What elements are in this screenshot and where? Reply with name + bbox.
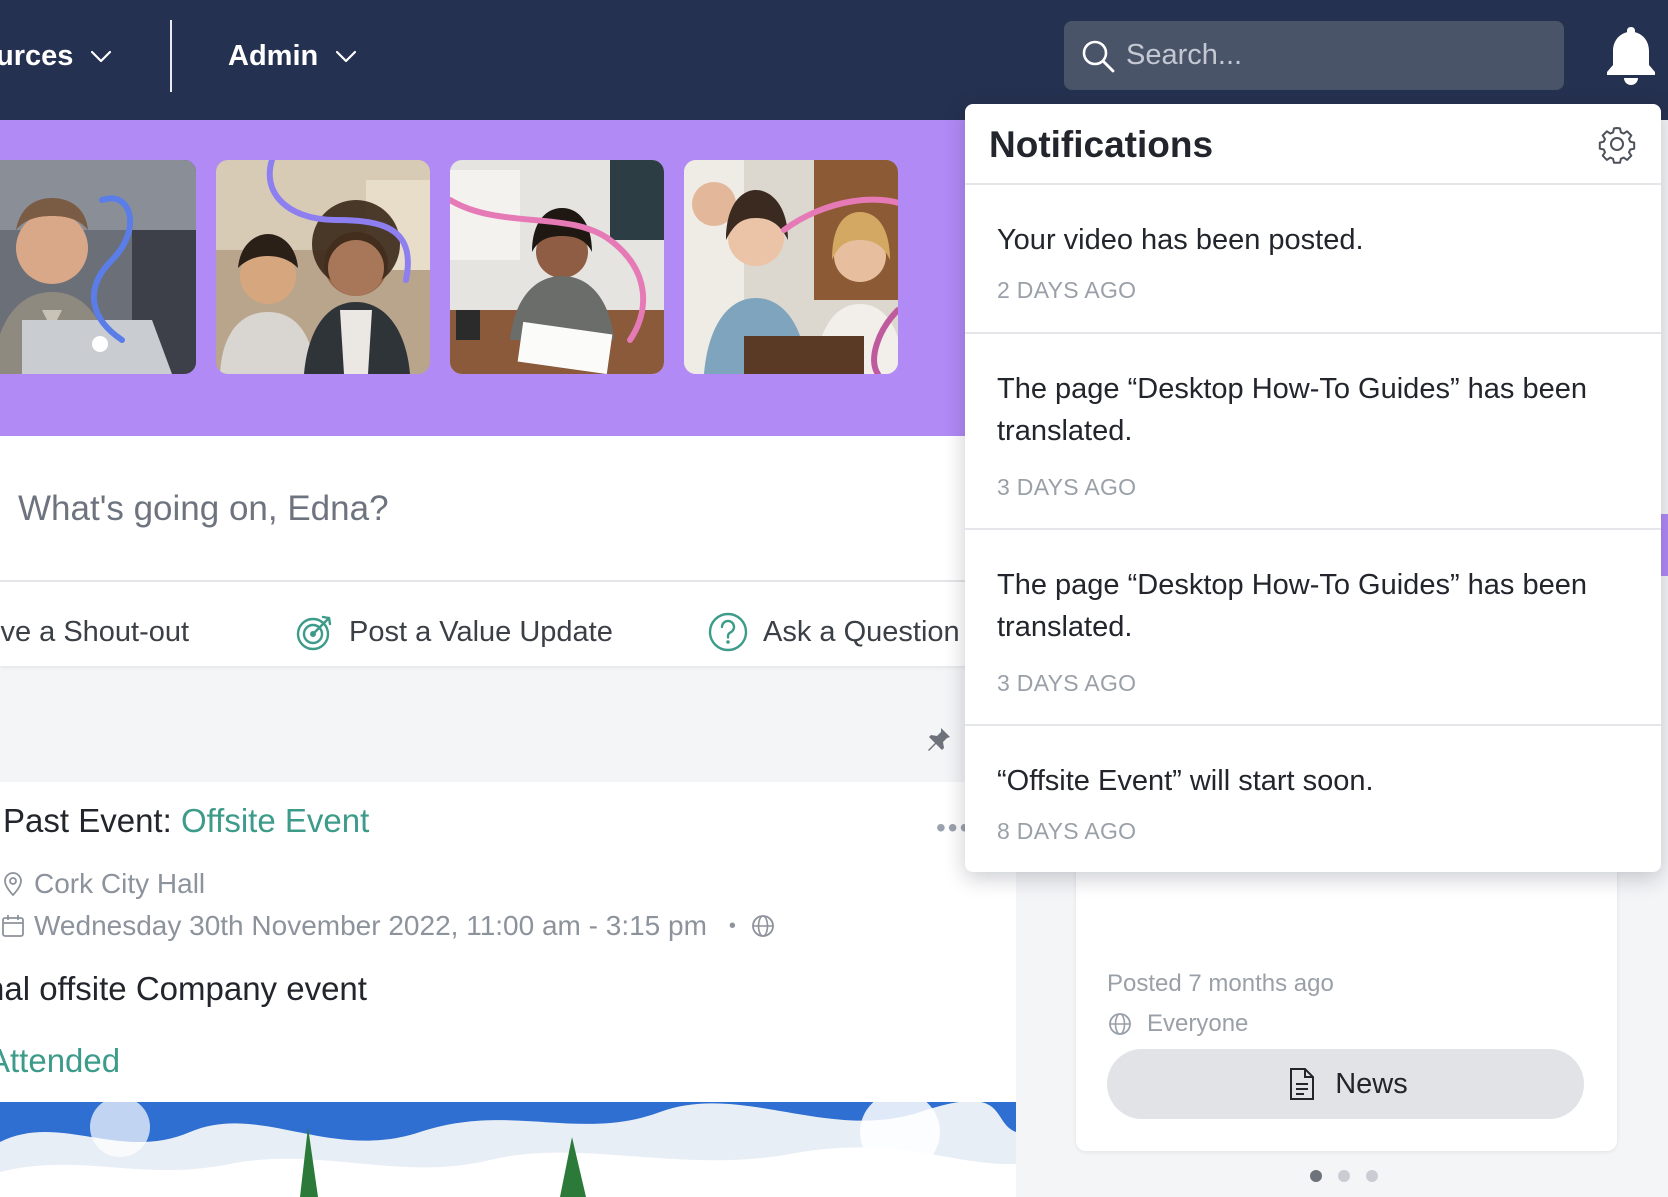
question-circle-icon	[708, 612, 748, 652]
bell-icon[interactable]	[1603, 24, 1659, 86]
audience-text: Everyone	[1147, 1010, 1249, 1037]
post-description: nal offsite Company event	[0, 970, 367, 1007]
location-text: Cork City Hall	[34, 868, 206, 899]
notification-time: 8 DAYS AGO	[997, 818, 1137, 844]
event-link[interactable]: Offsite Event	[181, 802, 369, 839]
carousel-dot[interactable]	[1338, 1170, 1350, 1182]
top-nav: urces Admin	[0, 0, 1668, 120]
notification-time: 2 DAYS AGO	[997, 277, 1137, 303]
notifications-header: Notifications	[965, 104, 1661, 185]
status-input[interactable]	[18, 484, 918, 534]
team-photo	[684, 160, 898, 374]
notification-message: The page “Desktop How-To Guides” has bee…	[997, 569, 1587, 643]
globe-icon	[752, 915, 774, 937]
post-title: Past Event: Offsite Event	[3, 802, 369, 840]
ask-question-button[interactable]: Ask a Question	[707, 608, 960, 656]
woman-writing-image	[450, 160, 664, 374]
notifications-title: Notifications	[989, 124, 1214, 165]
nav-divider	[170, 20, 172, 92]
document-icon	[1290, 1068, 1315, 1100]
carousel-indicator	[1310, 1170, 1378, 1182]
event-datetime: Wednesday 30th November 2022, 11:00 am -…	[0, 910, 784, 942]
datetime-text: Wednesday 30th November 2022, 11:00 am -…	[34, 910, 707, 941]
meta-separator: •	[728, 914, 736, 937]
team-photo	[450, 160, 664, 374]
team-photo	[0, 160, 196, 374]
event-post: Past Event: Offsite Event ••• Cork City …	[0, 782, 1016, 1197]
cover-banner	[0, 120, 970, 436]
notification-item[interactable]: Your video has been posted. 2 DAYS AGO	[965, 185, 1661, 334]
composer-divider	[0, 580, 970, 582]
chevron-down-icon	[91, 50, 112, 63]
notification-time: 3 DAYS AGO	[997, 474, 1137, 500]
man-with-laptop-image	[0, 160, 196, 374]
news-card: Posted 7 months ago Everyone News	[1076, 846, 1617, 1151]
notification-message: The page “Desktop How-To Guides” has bee…	[997, 373, 1587, 447]
colleagues-meeting-image	[684, 160, 898, 374]
search-icon	[1082, 40, 1115, 72]
notification-item[interactable]: The page “Desktop How-To Guides” has bee…	[965, 334, 1661, 530]
post-value-update-button[interactable]: Post a Value Update	[293, 608, 613, 656]
chevron-down-icon	[336, 50, 357, 63]
notification-item[interactable]: “Offsite Event” will start soon. 8 DAYS …	[965, 726, 1661, 872]
carousel-dot[interactable]	[1366, 1170, 1378, 1182]
notification-item[interactable]: The page “Desktop How-To Guides” has bee…	[965, 530, 1661, 726]
posted-time: Posted 7 months ago	[1107, 970, 1334, 997]
nav-item-label: Admin	[228, 39, 319, 72]
nav-item-resources[interactable]: urces	[0, 30, 113, 82]
search-input[interactable]	[1126, 39, 1546, 72]
nav-item-admin[interactable]: Admin	[228, 30, 358, 82]
notification-message: “Offsite Event” will start soon.	[997, 765, 1374, 797]
action-label: Ask a Question	[763, 615, 960, 648]
notification-message: Your video has been posted.	[997, 224, 1364, 256]
give-shout-out-button[interactable]: ive a Shout-out	[0, 608, 189, 656]
notifications-panel: Notifications Your video has been posted…	[965, 104, 1661, 872]
audience-label: Everyone	[1107, 1010, 1248, 1038]
banner-edge	[1660, 514, 1668, 576]
news-button-label: News	[1335, 1067, 1408, 1100]
notification-time: 3 DAYS AGO	[997, 670, 1137, 696]
location-pin-icon	[4, 872, 22, 897]
nav-item-label: urces	[0, 39, 74, 72]
gear-icon[interactable]	[1596, 123, 1638, 165]
news-button[interactable]: News	[1107, 1049, 1584, 1119]
event-location: Cork City Hall	[0, 868, 205, 900]
calendar-icon	[2, 915, 24, 937]
attendance-status[interactable]: Attended	[0, 1042, 120, 1080]
carousel-dot[interactable]	[1310, 1170, 1322, 1182]
two-women-smiling-image	[216, 160, 430, 374]
action-label: Post a Value Update	[349, 615, 613, 648]
search-box	[1064, 21, 1564, 90]
post-title-prefix: Past Event:	[3, 802, 181, 839]
action-label: ive a Shout-out	[0, 615, 190, 648]
event-photo-image	[0, 1102, 1016, 1197]
target-icon	[296, 615, 332, 651]
pin-icon[interactable]	[924, 726, 952, 754]
globe-icon	[1109, 1013, 1131, 1035]
team-photo	[216, 160, 430, 374]
post-composer: ive a Shout-out Post a Value Update Ask …	[0, 436, 970, 666]
